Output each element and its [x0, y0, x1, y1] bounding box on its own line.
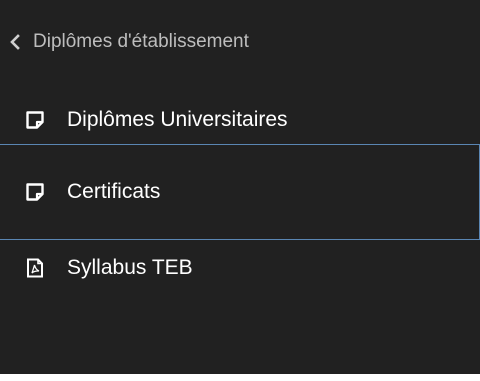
- note-icon: [24, 109, 46, 131]
- menu-item-label: Syllabus TEB: [67, 256, 193, 279]
- menu-item-syllabus-teb[interactable]: Syllabus TEB: [0, 243, 470, 293]
- menu-item-certificats[interactable]: Certificats: [0, 144, 480, 240]
- sidebar-panel: Diplômes d'établissement Diplômes Univer…: [0, 0, 480, 374]
- menu-item-label: Diplômes Universitaires: [67, 108, 288, 131]
- chevron-left-icon: [8, 33, 22, 51]
- note-icon: [24, 181, 46, 203]
- back-link[interactable]: Diplômes d'établissement: [0, 22, 470, 62]
- pdf-file-icon: [24, 257, 46, 279]
- menu-item-label: Certificats: [67, 180, 161, 203]
- back-link-label: Diplômes d'établissement: [33, 31, 249, 52]
- menu-item-diplomes-universitaires[interactable]: Diplômes Universitaires: [0, 95, 470, 145]
